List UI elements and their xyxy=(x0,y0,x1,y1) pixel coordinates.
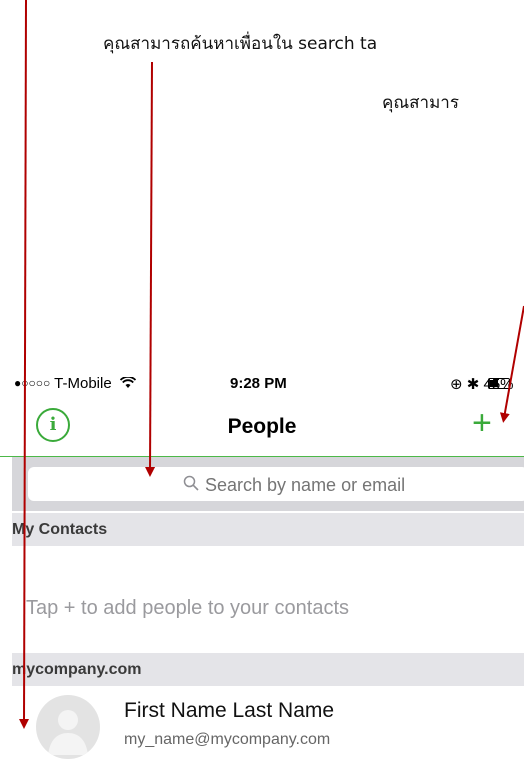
contact-name: First Name Last Name xyxy=(124,699,335,722)
add-contact-button[interactable]: + xyxy=(472,403,492,443)
empty-hint-text: Tap + to add people to your contacts xyxy=(26,597,349,619)
section-title: My Contacts xyxy=(12,521,108,538)
wifi-icon xyxy=(119,376,137,388)
section-title: mycompany.com xyxy=(12,661,142,678)
page-title: People xyxy=(227,415,297,438)
bluetooth-icon: ✱ xyxy=(466,376,480,393)
annotation-add-tip: คุณสามาร xyxy=(382,93,459,113)
status-bar: ●○○○○ T-Mobile 9:28 PM ⊕ ✱ 45% xyxy=(0,365,524,401)
signal-strength: ●○○○○ xyxy=(14,376,51,390)
battery-fill xyxy=(490,380,499,387)
navigation-bar: i People + xyxy=(0,401,524,457)
annotation-search-tip: คุณสามารถค้นหาเพื่อนใน search ta xyxy=(103,34,378,54)
search-icon xyxy=(183,475,199,491)
contact-row[interactable]: First Name Last Name my_name@mycompany.c… xyxy=(12,687,524,761)
search-field-container[interactable] xyxy=(28,467,524,501)
carrier-name: T-Mobile xyxy=(54,375,112,392)
search-bar xyxy=(12,457,524,511)
section-header-company: mycompany.com xyxy=(12,653,524,686)
people-screen: ●○○○○ T-Mobile 9:28 PM ⊕ ✱ 45% i People … xyxy=(0,365,524,761)
battery-icon xyxy=(488,378,510,389)
person-silhouette-icon xyxy=(48,710,88,755)
section-header-my-contacts: My Contacts xyxy=(12,513,524,546)
search-input[interactable] xyxy=(203,472,507,498)
empty-contacts-hint: Tap + to add people to your contacts xyxy=(12,547,524,652)
status-time: 9:28 PM xyxy=(230,375,287,392)
avatar xyxy=(36,695,100,759)
carrier-indicator: ●○○○○ T-Mobile xyxy=(14,375,137,392)
rotation-lock-icon: ⊕ xyxy=(450,376,463,393)
contact-email: my_name@mycompany.com xyxy=(124,731,331,748)
